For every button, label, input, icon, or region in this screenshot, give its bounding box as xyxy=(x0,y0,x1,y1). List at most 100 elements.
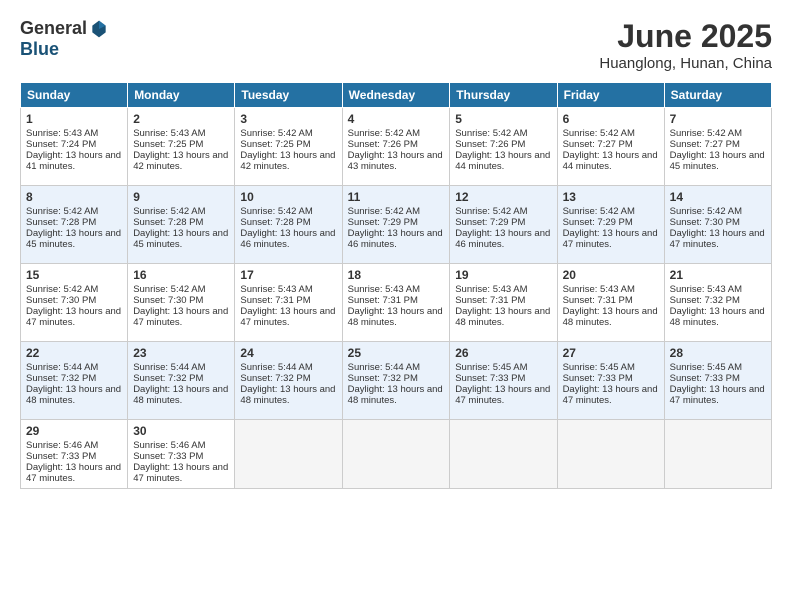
logo-blue-text: Blue xyxy=(20,39,59,60)
calendar-cell-w5-d4 xyxy=(450,420,557,489)
day-number: 2 xyxy=(133,112,229,126)
sunrise-label: Sunrise: 5:43 AM xyxy=(563,284,635,295)
daylight-label: Daylight: 13 hours and 48 minutes. xyxy=(455,306,550,328)
day-number: 28 xyxy=(670,346,766,360)
daylight-label: Daylight: 13 hours and 48 minutes. xyxy=(563,306,658,328)
calendar-cell-w5-d1: 30 Sunrise: 5:46 AM Sunset: 7:33 PM Dayl… xyxy=(128,420,235,489)
calendar-cell-w5-d6 xyxy=(664,420,771,489)
calendar: Sunday Monday Tuesday Wednesday Thursday… xyxy=(20,82,772,489)
daylight-label: Daylight: 13 hours and 42 minutes. xyxy=(240,150,335,172)
sunrise-label: Sunrise: 5:42 AM xyxy=(348,206,420,217)
daylight-label: Daylight: 13 hours and 41 minutes. xyxy=(26,150,121,172)
sunset-label: Sunset: 7:29 PM xyxy=(563,217,633,228)
day-number: 11 xyxy=(348,190,445,204)
calendar-cell-w2-d1: 9 Sunrise: 5:42 AM Sunset: 7:28 PM Dayli… xyxy=(128,186,235,264)
sunset-label: Sunset: 7:31 PM xyxy=(348,295,418,306)
sunset-label: Sunset: 7:25 PM xyxy=(133,139,203,150)
calendar-cell-w2-d3: 11 Sunrise: 5:42 AM Sunset: 7:29 PM Dayl… xyxy=(342,186,450,264)
day-number: 23 xyxy=(133,346,229,360)
sunset-label: Sunset: 7:28 PM xyxy=(26,217,96,228)
calendar-cell-w2-d6: 14 Sunrise: 5:42 AM Sunset: 7:30 PM Dayl… xyxy=(664,186,771,264)
sunrise-label: Sunrise: 5:42 AM xyxy=(455,128,527,139)
sunrise-label: Sunrise: 5:43 AM xyxy=(348,284,420,295)
day-number: 18 xyxy=(348,268,445,282)
calendar-cell-w2-d0: 8 Sunrise: 5:42 AM Sunset: 7:28 PM Dayli… xyxy=(21,186,128,264)
day-number: 27 xyxy=(563,346,659,360)
calendar-cell-w1-d4: 5 Sunrise: 5:42 AM Sunset: 7:26 PM Dayli… xyxy=(450,108,557,186)
header-friday: Friday xyxy=(557,83,664,108)
daylight-label: Daylight: 13 hours and 47 minutes. xyxy=(26,462,121,484)
sunset-label: Sunset: 7:31 PM xyxy=(240,295,310,306)
daylight-label: Daylight: 13 hours and 45 minutes. xyxy=(670,150,765,172)
calendar-cell-w5-d5 xyxy=(557,420,664,489)
sunset-label: Sunset: 7:27 PM xyxy=(670,139,740,150)
sunrise-label: Sunrise: 5:43 AM xyxy=(240,284,312,295)
location: Huanglong, Hunan, China xyxy=(599,55,772,72)
sunset-label: Sunset: 7:32 PM xyxy=(348,373,418,384)
daylight-label: Daylight: 13 hours and 48 minutes. xyxy=(26,384,121,406)
calendar-cell-w1-d3: 4 Sunrise: 5:42 AM Sunset: 7:26 PM Dayli… xyxy=(342,108,450,186)
calendar-week-3: 15 Sunrise: 5:42 AM Sunset: 7:30 PM Dayl… xyxy=(21,264,772,342)
calendar-cell-w3-d0: 15 Sunrise: 5:42 AM Sunset: 7:30 PM Dayl… xyxy=(21,264,128,342)
daylight-label: Daylight: 13 hours and 46 minutes. xyxy=(455,228,550,250)
day-number: 1 xyxy=(26,112,122,126)
sunset-label: Sunset: 7:32 PM xyxy=(240,373,310,384)
calendar-cell-w3-d3: 18 Sunrise: 5:43 AM Sunset: 7:31 PM Dayl… xyxy=(342,264,450,342)
day-number: 15 xyxy=(26,268,122,282)
sunrise-label: Sunrise: 5:44 AM xyxy=(348,362,420,373)
sunset-label: Sunset: 7:33 PM xyxy=(670,373,740,384)
day-number: 22 xyxy=(26,346,122,360)
sunrise-label: Sunrise: 5:42 AM xyxy=(563,128,635,139)
sunset-label: Sunset: 7:26 PM xyxy=(348,139,418,150)
daylight-label: Daylight: 13 hours and 47 minutes. xyxy=(563,228,658,250)
daylight-label: Daylight: 13 hours and 47 minutes. xyxy=(26,306,121,328)
daylight-label: Daylight: 13 hours and 47 minutes. xyxy=(455,384,550,406)
header-tuesday: Tuesday xyxy=(235,83,342,108)
calendar-cell-w4-d1: 23 Sunrise: 5:44 AM Sunset: 7:32 PM Dayl… xyxy=(128,342,235,420)
sunrise-label: Sunrise: 5:42 AM xyxy=(26,284,98,295)
day-number: 4 xyxy=(348,112,445,126)
calendar-header-row: Sunday Monday Tuesday Wednesday Thursday… xyxy=(21,83,772,108)
daylight-label: Daylight: 13 hours and 46 minutes. xyxy=(348,228,443,250)
calendar-cell-w5-d3 xyxy=(342,420,450,489)
calendar-cell-w3-d4: 19 Sunrise: 5:43 AM Sunset: 7:31 PM Dayl… xyxy=(450,264,557,342)
calendar-cell-w4-d2: 24 Sunrise: 5:44 AM Sunset: 7:32 PM Dayl… xyxy=(235,342,342,420)
sunrise-label: Sunrise: 5:44 AM xyxy=(26,362,98,373)
calendar-cell-w5-d2 xyxy=(235,420,342,489)
calendar-cell-w1-d6: 7 Sunrise: 5:42 AM Sunset: 7:27 PM Dayli… xyxy=(664,108,771,186)
daylight-label: Daylight: 13 hours and 48 minutes. xyxy=(670,306,765,328)
calendar-week-5: 29 Sunrise: 5:46 AM Sunset: 7:33 PM Dayl… xyxy=(21,420,772,489)
sunrise-label: Sunrise: 5:42 AM xyxy=(26,206,98,217)
header-saturday: Saturday xyxy=(664,83,771,108)
sunset-label: Sunset: 7:32 PM xyxy=(670,295,740,306)
calendar-cell-w3-d6: 21 Sunrise: 5:43 AM Sunset: 7:32 PM Dayl… xyxy=(664,264,771,342)
daylight-label: Daylight: 13 hours and 47 minutes. xyxy=(133,462,228,484)
daylight-label: Daylight: 13 hours and 42 minutes. xyxy=(133,150,228,172)
sunrise-label: Sunrise: 5:42 AM xyxy=(133,206,205,217)
logo-icon xyxy=(89,19,109,39)
header: General Blue June 2025 Huanglong, Hunan,… xyxy=(20,18,772,72)
calendar-cell-w5-d0: 29 Sunrise: 5:46 AM Sunset: 7:33 PM Dayl… xyxy=(21,420,128,489)
day-number: 7 xyxy=(670,112,766,126)
sunset-label: Sunset: 7:31 PM xyxy=(455,295,525,306)
sunset-label: Sunset: 7:24 PM xyxy=(26,139,96,150)
day-number: 9 xyxy=(133,190,229,204)
day-number: 21 xyxy=(670,268,766,282)
daylight-label: Daylight: 13 hours and 45 minutes. xyxy=(133,228,228,250)
calendar-cell-w4-d4: 26 Sunrise: 5:45 AM Sunset: 7:33 PM Dayl… xyxy=(450,342,557,420)
calendar-week-2: 8 Sunrise: 5:42 AM Sunset: 7:28 PM Dayli… xyxy=(21,186,772,264)
sunrise-label: Sunrise: 5:43 AM xyxy=(670,284,742,295)
daylight-label: Daylight: 13 hours and 47 minutes. xyxy=(670,228,765,250)
day-number: 8 xyxy=(26,190,122,204)
day-number: 17 xyxy=(240,268,336,282)
sunset-label: Sunset: 7:29 PM xyxy=(348,217,418,228)
sunrise-label: Sunrise: 5:42 AM xyxy=(240,128,312,139)
calendar-cell-w4-d6: 28 Sunrise: 5:45 AM Sunset: 7:33 PM Dayl… xyxy=(664,342,771,420)
sunrise-label: Sunrise: 5:42 AM xyxy=(670,206,742,217)
day-number: 29 xyxy=(26,424,122,438)
sunset-label: Sunset: 7:33 PM xyxy=(26,451,96,462)
calendar-cell-w3-d1: 16 Sunrise: 5:42 AM Sunset: 7:30 PM Dayl… xyxy=(128,264,235,342)
day-number: 20 xyxy=(563,268,659,282)
daylight-label: Daylight: 13 hours and 48 minutes. xyxy=(348,306,443,328)
sunset-label: Sunset: 7:31 PM xyxy=(563,295,633,306)
